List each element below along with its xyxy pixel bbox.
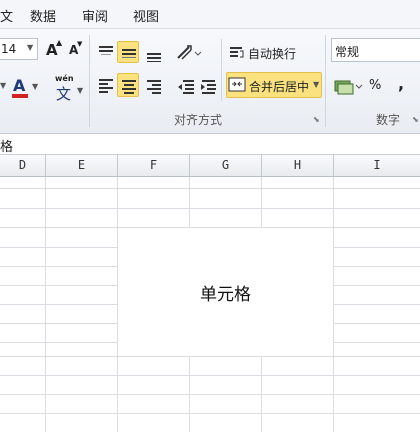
menu-item-view[interactable]: 视图	[133, 6, 159, 25]
group-separator	[89, 35, 90, 127]
accounting-format-button[interactable]	[331, 74, 363, 98]
formula-bar-content: 格	[0, 140, 14, 155]
wrap-text-icon	[230, 47, 244, 58]
grid-line	[0, 208, 420, 209]
arrow-up-icon: ▲	[56, 38, 63, 47]
dialog-launcher-icon[interactable]: ⬊	[412, 115, 419, 124]
font-color-swatch	[12, 94, 28, 98]
shrink-font-button[interactable]: A ▼	[64, 38, 82, 60]
align-center-button[interactable]	[117, 73, 139, 97]
grid-line	[0, 394, 420, 395]
chevron-down-icon: ▼	[77, 86, 84, 95]
column-header-g[interactable]: G	[190, 155, 262, 176]
cell-grid[interactable]: 单元格	[0, 177, 420, 432]
align-left-button[interactable]	[95, 73, 115, 95]
number-format-value: 常规	[335, 45, 360, 59]
align-right-icon	[147, 80, 161, 94]
decrease-indent-button[interactable]	[174, 73, 196, 97]
phonetic-character: 文	[56, 85, 72, 103]
align-middle-button[interactable]	[117, 41, 139, 63]
merge-center-icon	[228, 77, 246, 92]
merged-cell[interactable]: 单元格	[118, 228, 333, 356]
arrow-down-icon: ▼	[77, 40, 83, 48]
merge-center-label: 合并后居中	[249, 80, 310, 94]
percent-style-button[interactable]: %	[369, 78, 381, 93]
text-orientation-icon	[177, 45, 202, 60]
align-bottom-icon	[147, 53, 161, 62]
wrap-text-button[interactable]: 自动换行	[227, 41, 299, 63]
phonetic-pinyin: wén	[55, 74, 74, 83]
align-top-icon	[99, 46, 113, 55]
align-bottom-button[interactable]	[142, 41, 164, 63]
column-header-e[interactable]: E	[46, 155, 118, 176]
wrap-text-label: 自动换行	[248, 47, 297, 61]
ribbon: 14 ▼ A ▲ A ▼ ▼ A ▼ wén 文 ▼ 自动换行 合并后居中 ▼ …	[0, 29, 420, 134]
chevron-down-icon: ▼	[27, 43, 34, 52]
alignment-group-label: 对齐方式	[174, 113, 223, 127]
decrease-indent-icon	[178, 80, 194, 94]
align-top-button[interactable]	[95, 41, 115, 61]
menu-item-review[interactable]: 审阅	[82, 6, 108, 25]
grid-line	[0, 413, 420, 414]
number-format-dropdown[interactable]: 常规	[331, 38, 420, 62]
font-color-button[interactable]: A ▼	[8, 73, 38, 99]
align-center-icon	[122, 80, 136, 94]
number-group-label: 数字	[376, 113, 401, 127]
dialog-launcher-icon[interactable]: ⬊	[313, 115, 320, 124]
chevron-down-icon: ▼	[313, 80, 320, 89]
menu-item-partial[interactable]: 文	[0, 6, 13, 25]
column-header-i[interactable]: I	[334, 155, 420, 176]
chevron-down-icon: ▼	[32, 82, 39, 91]
column-header-h[interactable]: H	[262, 155, 334, 176]
phonetic-guide-button[interactable]: wén 文 ▼	[52, 73, 84, 103]
formula-bar[interactable]: 格	[0, 134, 420, 155]
increase-indent-button[interactable]	[198, 73, 220, 97]
grid-line	[0, 375, 420, 376]
menu-bar: 文 数据 审阅 视图	[0, 0, 420, 29]
grow-font-button[interactable]: A ▲	[42, 38, 62, 60]
column-header-d[interactable]: D	[0, 155, 46, 176]
align-right-button[interactable]	[142, 73, 164, 97]
font-size-value: 14	[1, 42, 17, 56]
group-separator	[221, 39, 222, 101]
column-headers: D E F G H I	[0, 155, 420, 177]
comma-style-button[interactable]: ,	[398, 74, 404, 93]
grid-line	[0, 356, 420, 357]
column-header-f[interactable]: F	[118, 155, 190, 176]
chevron-down-icon[interactable]: ▼	[0, 81, 6, 90]
increase-indent-icon	[201, 80, 216, 94]
group-separator	[325, 35, 326, 127]
font-size-dropdown[interactable]: 14 ▼	[0, 38, 38, 60]
menu-item-data[interactable]: 数据	[30, 6, 56, 25]
grid-line	[0, 188, 420, 189]
merge-center-button[interactable]: 合并后居中 ▼	[226, 72, 322, 98]
align-middle-icon	[122, 49, 136, 58]
orientation-button[interactable]	[174, 41, 202, 63]
currency-icon	[334, 80, 363, 95]
font-color-icon: A	[13, 76, 26, 95]
align-left-icon	[99, 79, 113, 93]
